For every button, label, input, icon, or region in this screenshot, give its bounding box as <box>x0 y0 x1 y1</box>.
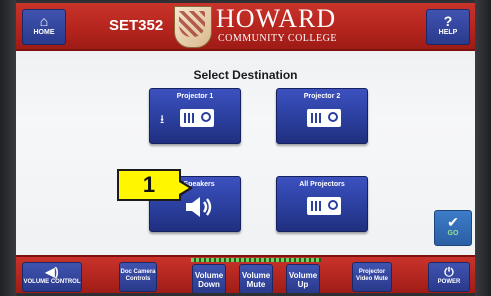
destination-all-projectors-button[interactable]: All Projectors <box>276 176 368 232</box>
volume-down-button[interactable]: Volume Down <box>192 264 226 293</box>
destination-label: Projector 1 <box>176 93 214 100</box>
volume-level-meter <box>191 258 321 262</box>
home-button[interactable]: ⌂ HOME <box>22 9 66 45</box>
logo-subtitle: COMMUNITY COLLEGE <box>218 33 337 44</box>
help-label: HELP <box>438 29 458 36</box>
usb-icon: ⭳ <box>160 112 165 126</box>
callout-pointer-fill <box>179 182 189 194</box>
destination-label: All Projectors <box>299 181 345 188</box>
projector-video-mute-button[interactable]: Projector Video Mute <box>352 262 392 292</box>
college-crest-icon <box>174 6 212 48</box>
doc-camera-controls-button[interactable]: Doc Camera Controls <box>119 262 157 292</box>
volume-up-label: Volume Up <box>288 271 318 289</box>
volume-control-label: VOLUME CONTROL <box>23 279 81 285</box>
destination-projector-2-button[interactable]: Projector 2 <box>276 88 368 144</box>
help-icon: ? <box>443 13 453 29</box>
go-button[interactable]: ✔ GO <box>434 210 472 246</box>
college-logo: HOWARD COMMUNITY COLLEGE <box>174 4 392 48</box>
projector-icon <box>307 109 341 127</box>
destination-projector-1-button[interactable]: Projector 1 ⭳ <box>149 88 241 144</box>
power-icon: ⏻ <box>444 265 454 279</box>
power-label: POWER <box>437 279 461 285</box>
device-bezel-right <box>475 0 491 296</box>
speaker-volume-icon: ◀) <box>45 265 59 279</box>
home-icon: ⌂ <box>39 13 49 29</box>
power-button[interactable]: ⏻ POWER <box>428 262 470 292</box>
logo-name: HOWARD <box>216 4 337 33</box>
projector-icon <box>307 197 341 215</box>
speaker-icon <box>186 197 212 217</box>
device-bezel-left <box>0 0 16 296</box>
header-bar: ⌂ HOME SET352 HOWARD COMMUNITY COLLEGE ?… <box>16 3 475 51</box>
step-callout: 1 <box>117 169 181 201</box>
room-code: SET352 <box>109 17 164 34</box>
doc-camera-label: Doc Camera Controls <box>120 269 156 282</box>
section-title: Select Destination <box>193 68 298 82</box>
go-label: GO <box>447 230 459 237</box>
projector-video-mute-label: Projector Video Mute <box>356 269 388 282</box>
help-button[interactable]: ? HELP <box>426 9 470 45</box>
volume-down-label: Volume Down <box>194 271 224 289</box>
volume-mute-label: Volume Mute <box>241 271 271 289</box>
checkmark-icon: ✔ <box>447 214 459 230</box>
projector-icon <box>180 109 214 127</box>
home-label: HOME <box>33 29 55 36</box>
volume-mute-button[interactable]: Volume Mute <box>239 264 273 293</box>
touch-panel-screen: ⌂ HOME SET352 HOWARD COMMUNITY COLLEGE ?… <box>16 3 475 293</box>
volume-control-button[interactable]: ◀) VOLUME CONTROL <box>22 262 82 292</box>
destination-label: Projector 2 <box>303 93 341 100</box>
volume-up-button[interactable]: Volume Up <box>286 264 320 293</box>
